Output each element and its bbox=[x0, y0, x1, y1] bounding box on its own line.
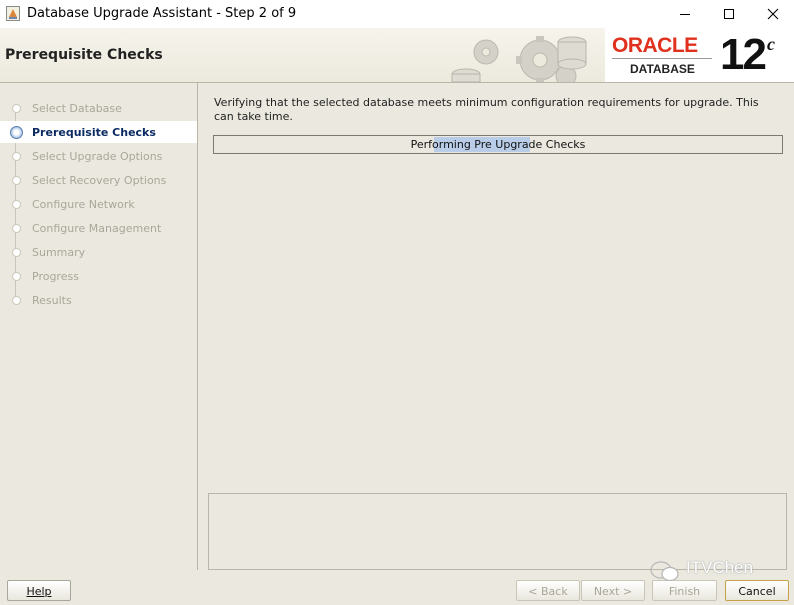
step-pending-icon bbox=[12, 152, 21, 161]
step-pending-icon bbox=[12, 296, 21, 305]
header-banner: Prerequisite Checks ORACLE DATABASE 12 c bbox=[0, 28, 794, 83]
progress-bar: Performing Pre Upgrade Checks bbox=[213, 135, 783, 154]
step-select-database: Select Database bbox=[0, 97, 197, 119]
step-description: Verifying that the selected database mee… bbox=[214, 96, 759, 123]
main-content: Verifying that the selected database mee… bbox=[198, 83, 794, 570]
step-results: Results bbox=[0, 289, 197, 311]
step-current-icon bbox=[10, 126, 23, 139]
step-label: Select Database bbox=[32, 102, 122, 115]
step-prerequisite-checks: Prerequisite Checks bbox=[0, 121, 197, 143]
oracle-logo: ORACLE bbox=[612, 34, 698, 57]
step-summary: Summary bbox=[0, 241, 197, 263]
minimize-icon bbox=[680, 14, 690, 15]
step-label: Summary bbox=[32, 246, 86, 259]
step-progress: Progress bbox=[0, 265, 197, 287]
window-title-bar: Database Upgrade Assistant - Step 2 of 9 bbox=[0, 0, 794, 28]
step-pending-icon bbox=[12, 224, 21, 233]
close-icon bbox=[767, 8, 779, 20]
back-button[interactable]: < Back bbox=[516, 580, 580, 601]
finish-button[interactable]: Finish bbox=[652, 580, 717, 601]
cancel-button[interactable]: Cancel bbox=[725, 580, 789, 601]
step-label: Results bbox=[32, 294, 72, 307]
help-button-label: Help bbox=[26, 585, 52, 598]
step-pending-icon bbox=[12, 248, 21, 257]
back-button-label: < Back bbox=[528, 585, 568, 598]
step-pending-icon bbox=[12, 200, 21, 209]
step-select-recovery-options: Select Recovery Options bbox=[0, 169, 197, 191]
step-pending-icon bbox=[12, 104, 21, 113]
oracle-product-label: DATABASE bbox=[630, 62, 695, 76]
version-number: 12 bbox=[720, 30, 767, 79]
app-icon bbox=[6, 6, 20, 21]
logo-divider bbox=[612, 58, 712, 59]
progress-text: Performing Pre Upgrade Checks bbox=[410, 138, 586, 151]
step-label: Configure Management bbox=[32, 222, 162, 235]
version-suffix: c bbox=[767, 34, 775, 54]
watermark-text: ITVChen bbox=[686, 558, 754, 577]
step-label: Prerequisite Checks bbox=[32, 126, 156, 139]
next-button-label: Next > bbox=[593, 585, 633, 598]
next-button[interactable]: Next > bbox=[581, 580, 645, 601]
step-select-upgrade-options: Select Upgrade Options bbox=[0, 145, 197, 167]
maximize-button[interactable] bbox=[706, 0, 752, 28]
step-label: Configure Network bbox=[32, 198, 135, 211]
page-title: Prerequisite Checks bbox=[5, 47, 163, 63]
window-title: Database Upgrade Assistant - Step 2 of 9 bbox=[27, 6, 297, 21]
step-label: Progress bbox=[32, 270, 79, 283]
gears-illustration bbox=[451, 36, 587, 82]
finish-button-label: Finish bbox=[668, 585, 701, 598]
step-configure-management: Configure Management bbox=[0, 217, 197, 239]
minimize-button[interactable] bbox=[662, 0, 708, 28]
close-button[interactable] bbox=[750, 0, 794, 28]
step-configure-network: Configure Network bbox=[0, 193, 197, 215]
step-label: Select Recovery Options bbox=[32, 174, 167, 187]
help-button[interactable]: Help bbox=[7, 580, 71, 601]
step-pending-icon bbox=[12, 176, 21, 185]
step-pending-icon bbox=[12, 272, 21, 281]
wechat-watermark-icon bbox=[650, 561, 679, 582]
step-label: Select Upgrade Options bbox=[32, 150, 163, 163]
cancel-button-label: Cancel bbox=[738, 585, 776, 598]
maximize-icon bbox=[724, 9, 734, 19]
steps-sidebar: Select Database Prerequisite Checks Sele… bbox=[0, 83, 198, 570]
